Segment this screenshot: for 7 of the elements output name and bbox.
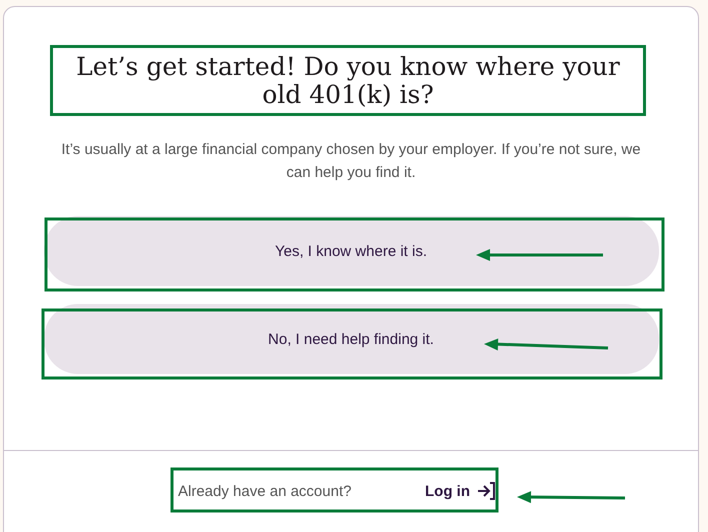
account-prompt: Already have an account? (178, 482, 352, 500)
option-button[interactable]: No, I need help finding it. (44, 304, 658, 374)
login-link[interactable]: Log in (425, 481, 496, 501)
option-button[interactable]: Yes, I know where it is. (44, 216, 658, 286)
page-heading: Let’s get started! Do you know where your old 401(k) is? (75, 52, 621, 108)
login-icon (476, 481, 496, 501)
subtitle-text: It’s usually at a large financial company chosen by your employer. If you’re not sure, we can help you find it. (60, 140, 642, 183)
